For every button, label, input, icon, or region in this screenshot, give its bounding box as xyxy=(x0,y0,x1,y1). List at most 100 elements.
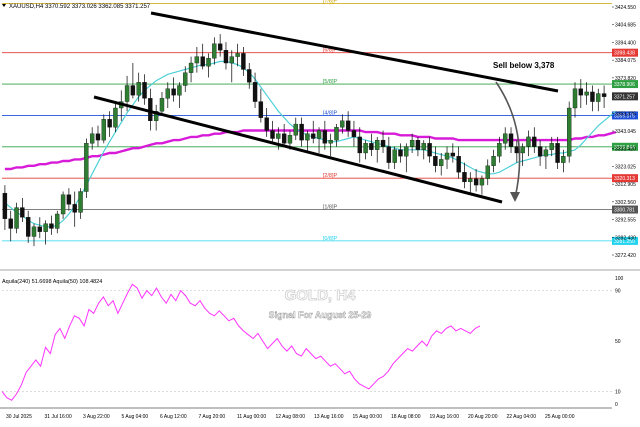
candle-body xyxy=(223,50,229,64)
candle-body xyxy=(369,143,374,150)
candle-body xyxy=(200,56,205,67)
candle-body xyxy=(113,107,118,128)
candle-body xyxy=(479,178,485,186)
time-tick-label: 15 Aug 00:00 xyxy=(353,414,383,420)
candle-body xyxy=(49,223,54,229)
watermark-subtitle: Signal For August 25-29 xyxy=(269,310,372,320)
candle-body xyxy=(433,156,438,166)
candle-body xyxy=(578,88,584,96)
candle-body xyxy=(159,98,165,112)
time-tick-label: 11 Aug 00:00 xyxy=(237,414,266,420)
candle-body xyxy=(107,119,112,128)
candle-body xyxy=(241,53,246,70)
candle-body xyxy=(532,136,537,147)
level-price-text: 3398.438 xyxy=(614,51,635,57)
candle-body xyxy=(101,119,106,141)
time-tick-label: 12 Aug 08:00 xyxy=(276,414,306,420)
candle-body xyxy=(78,191,83,213)
candle-body xyxy=(264,117,269,131)
candle-body xyxy=(572,88,578,109)
candle-body xyxy=(276,133,281,139)
candle-body xyxy=(322,130,328,144)
candle-body xyxy=(270,130,275,139)
candle-body xyxy=(165,88,170,99)
price-tick-label: 3394.400 xyxy=(615,40,636,46)
candle-body xyxy=(491,156,496,166)
price-tick-label: 3353.375 xyxy=(615,111,636,117)
time-tick-label: 18 Aug 08:00 xyxy=(391,414,421,420)
price-tick-label: 3302.560 xyxy=(615,200,636,206)
candle-body xyxy=(497,143,502,157)
candle-body xyxy=(601,93,607,97)
candle-body xyxy=(299,123,304,141)
candle-body xyxy=(514,146,520,154)
candle-body xyxy=(206,58,211,67)
candle-body xyxy=(229,56,234,64)
price-tick-label: 3282.430 xyxy=(615,235,636,241)
candle-body xyxy=(590,91,595,102)
price-tick-label: 3312.905 xyxy=(615,182,636,188)
candle-body xyxy=(444,152,450,160)
candle-body xyxy=(20,207,25,218)
candle-body xyxy=(188,62,194,73)
candle-body xyxy=(14,207,19,229)
candle-body xyxy=(537,146,543,157)
candle-body xyxy=(345,120,351,131)
level-label: [5/8]P xyxy=(323,79,338,85)
time-tick-label: 30 Jul 2025 xyxy=(6,414,32,420)
candle-body xyxy=(351,130,357,138)
candle-body xyxy=(8,218,13,229)
candle-body xyxy=(66,194,72,205)
candle-body xyxy=(311,133,316,139)
candle-body xyxy=(316,130,322,139)
candle-body xyxy=(43,223,48,232)
sell-signal-annotation: Sell below 3,378 xyxy=(493,61,555,70)
price-tick-label: 3384.075 xyxy=(615,58,636,64)
time-tick-label: 31 Jul 16:00 xyxy=(45,414,72,420)
candle-body xyxy=(281,133,287,144)
candle-body xyxy=(31,226,37,237)
osc-tick-label: 90 xyxy=(615,289,621,295)
candle-body xyxy=(439,159,444,166)
osc-tick-label: 100 xyxy=(615,276,624,282)
candle-body xyxy=(194,56,200,64)
price-tick-label: 3292.555 xyxy=(615,218,636,224)
osc-tick-label: 50 xyxy=(615,339,621,345)
candle-body xyxy=(555,143,560,163)
candle-body xyxy=(421,143,426,150)
candle-body xyxy=(456,156,461,173)
candle-body xyxy=(124,85,130,102)
level-label: [7/8]P xyxy=(323,0,338,5)
oscillator-label: Aquila(240) 51.6698 Aquila(50) 108.4824 xyxy=(2,279,102,285)
candle-body xyxy=(468,178,473,183)
price-tick-label: 3323.025 xyxy=(615,164,636,170)
time-tick-label: 7 Aug 20:00 xyxy=(199,414,226,420)
time-tick-label: 5 Aug 04:00 xyxy=(122,414,149,420)
candle-body xyxy=(130,85,136,96)
candle-body xyxy=(357,136,362,154)
candle-body xyxy=(171,88,176,96)
candle-body xyxy=(503,133,508,144)
time-tick-label: 22 Aug 04:00 xyxy=(507,414,537,420)
candle-body xyxy=(95,133,101,141)
level-label: [1/8]P xyxy=(323,205,338,211)
candle-body xyxy=(567,107,572,157)
candle-body xyxy=(89,133,95,144)
level-label: [2/8]P xyxy=(323,173,338,179)
candle-body xyxy=(2,192,8,219)
candle-body xyxy=(363,143,368,154)
candle-body xyxy=(392,149,397,163)
candle-body xyxy=(305,133,310,141)
candle-body xyxy=(55,213,60,229)
level-price-text: 3300.781 xyxy=(614,208,635,214)
candle-body xyxy=(473,178,479,186)
osc-tick-label: 0 xyxy=(615,402,618,408)
candle-body xyxy=(212,43,217,59)
candle-body xyxy=(526,136,531,147)
candle-body xyxy=(375,139,380,150)
time-tick-label: 3 Aug 22:00 xyxy=(83,414,110,420)
price-tick-label: 3424.550 xyxy=(615,5,636,11)
candle-body xyxy=(398,149,403,157)
candle-body xyxy=(462,172,467,183)
candle-body xyxy=(84,143,89,192)
